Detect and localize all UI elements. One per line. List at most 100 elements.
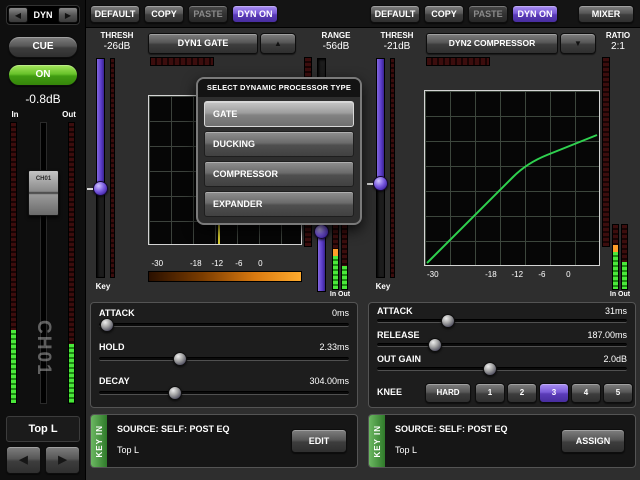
dyn1-inout-label: In Out: [326, 291, 354, 298]
dyn1-threshold-knob[interactable]: [93, 181, 108, 196]
dyn2-compressor-curve: [425, 91, 599, 265]
knee-hard-button[interactable]: HARD: [425, 383, 471, 403]
dyn1-paste-button[interactable]: PASTE: [188, 5, 228, 23]
down-arrow-icon: ▼: [574, 39, 582, 48]
dyn1-hold-knob[interactable]: [173, 352, 187, 366]
prev-processor-button[interactable]: ◀: [8, 7, 28, 23]
dyn2-keyin-strip: KEY IN: [369, 415, 385, 467]
dyn2-outgain-label: OUT GAIN: [377, 354, 421, 364]
dyn2-keyin-assign-button[interactable]: ASSIGN: [561, 429, 625, 453]
channel-out-meter-fill: [69, 344, 74, 403]
dyn1-db-scale: -30 -18 -12 -6 0: [148, 259, 302, 268]
scale-tick: 0: [258, 259, 262, 268]
dyn2-type-button[interactable]: DYN2 COMPRESSOR: [426, 33, 558, 54]
dyn2-paste-button[interactable]: PASTE: [468, 5, 508, 23]
knee-3-button[interactable]: 3: [539, 383, 569, 403]
dyn1-decay-value: 304.00ms: [309, 376, 349, 386]
dyn1-threshold-slider[interactable]: [96, 58, 105, 278]
dyn2-attack-slider[interactable]: [377, 319, 627, 323]
knee-4-button[interactable]: 4: [571, 383, 601, 403]
processor-label: DYN: [29, 10, 57, 20]
dyn1-attack-slider[interactable]: [99, 323, 349, 327]
dyn1-attack-label: ATTACK: [99, 308, 135, 318]
dyn2-threshold-slider[interactable]: [376, 58, 385, 278]
cue-button[interactable]: CUE: [8, 36, 78, 58]
dyn1-hold-slider[interactable]: [99, 357, 349, 361]
channel-on-button[interactable]: ON: [8, 64, 78, 86]
channel-in-meter-fill: [11, 330, 16, 403]
dyn1-thresh-value: -26dB: [92, 41, 142, 52]
dyn2-release-knob[interactable]: [428, 338, 442, 352]
dyn2-threshold-fill: [377, 59, 384, 184]
dyn2-ratio-label: RATIO: [598, 31, 638, 40]
dyn1-range-knob[interactable]: [314, 224, 329, 239]
knee-1-button[interactable]: 1: [475, 383, 505, 403]
dyn1-range-value: -56dB: [314, 41, 358, 52]
channel-in-meter: [10, 122, 17, 404]
dyn1-keyin-strip: KEY IN: [91, 415, 107, 467]
knee-2-button[interactable]: 2: [507, 383, 537, 403]
channel-id-ghost: CH01: [32, 320, 54, 404]
popup-option-compressor[interactable]: COMPRESSOR: [204, 161, 354, 187]
dyn2-release-slider[interactable]: [377, 343, 627, 347]
dyn2-default-button[interactable]: DEFAULT: [370, 5, 420, 23]
dyn2-release-value: 187.00ms: [587, 330, 627, 340]
dyn1-on-button[interactable]: DYN ON: [232, 5, 278, 23]
channel-out-meter: [68, 122, 75, 404]
dyn1-in-meter: [332, 224, 339, 290]
scale-tick: -18: [485, 270, 497, 279]
right-arrow-icon: ▶: [58, 454, 66, 466]
dyn1-threshold-fill: [97, 59, 104, 189]
dyn2-outgain-value: 2.0dB: [603, 354, 627, 364]
dyn1-key-meter: [110, 58, 115, 278]
next-processor-button[interactable]: ▶: [58, 7, 78, 23]
mixer-button[interactable]: MIXER: [578, 5, 634, 23]
prev-channel-button[interactable]: ◀: [6, 446, 41, 474]
dyn2-copy-button[interactable]: COPY: [424, 5, 464, 23]
dyn1-range-indicator: [148, 271, 302, 282]
dyn1-out-meter-fill: [342, 266, 347, 289]
dyn2-keyin-source: SOURCE: SELF: POST EQ: [395, 424, 508, 434]
dyn1-keyin-panel: KEY IN SOURCE: SELF: POST EQ Top L EDIT: [90, 414, 358, 468]
dyn2-knee-label: KNEE: [377, 387, 402, 397]
dyn2-outgain-slider[interactable]: [377, 367, 627, 371]
dyn2-level-strip: [602, 57, 610, 247]
knee-5-button[interactable]: 5: [603, 383, 633, 403]
dyn1-decay-slider[interactable]: [99, 391, 349, 395]
dyn1-range-fill: [318, 235, 325, 291]
scale-tick: -12: [511, 270, 523, 279]
popup-option-expander[interactable]: EXPANDER: [204, 191, 354, 217]
dyn1-out-meter: [341, 224, 348, 290]
dyn2-on-button[interactable]: DYN ON: [512, 5, 558, 23]
dyn2-type-dropdown-button[interactable]: ▼: [560, 33, 596, 54]
dyn2-attack-knob[interactable]: [441, 314, 455, 328]
dyn1-type-dropdown-button[interactable]: ▲: [260, 33, 296, 54]
fader-gain-value: -0.8dB: [0, 92, 86, 106]
dyn2-keyin-label: KEY IN: [373, 425, 382, 458]
next-channel-button[interactable]: ▶: [45, 446, 80, 474]
meter-in-label: In: [4, 110, 26, 119]
dyn1-decay-label: DECAY: [99, 376, 130, 386]
dyn2-transfer-graph: [424, 90, 600, 266]
dyn2-key-meter: [390, 58, 395, 278]
dyn2-params-panel: ATTACK 31ms RELEASE 187.00ms OUT GAIN 2.…: [368, 302, 636, 408]
scale-tick: -12: [212, 259, 224, 268]
dyn1-copy-button[interactable]: COPY: [144, 5, 184, 23]
scale-tick: -30: [151, 259, 163, 268]
dyn1-default-button[interactable]: DEFAULT: [90, 5, 140, 23]
dyn2-key-label: Key: [368, 282, 398, 291]
popup-option-gate[interactable]: GATE: [204, 101, 354, 127]
dyn2-threshold-tick: [367, 183, 373, 185]
dyn1-keyin-edit-button[interactable]: EDIT: [291, 429, 347, 453]
fader-handle[interactable]: CH01: [28, 170, 59, 216]
dyn1-type-button[interactable]: DYN1 GATE: [148, 33, 258, 54]
dyn2-threshold-knob[interactable]: [373, 176, 388, 191]
dyn2-outgain-knob[interactable]: [483, 362, 497, 376]
processor-selector: ◀ DYN ▶: [6, 5, 80, 25]
dyn2-thresh-value: -21dB: [372, 41, 422, 52]
dyn1-attack-knob[interactable]: [100, 318, 114, 332]
popup-option-ducking[interactable]: DUCKING: [204, 131, 354, 157]
dyn1-decay-knob[interactable]: [168, 386, 182, 400]
dyn2-attack-value: 31ms: [605, 306, 627, 316]
processor-type-popup: SELECT DYNAMIC PROCESSOR TYPE GATE DUCKI…: [196, 77, 362, 225]
